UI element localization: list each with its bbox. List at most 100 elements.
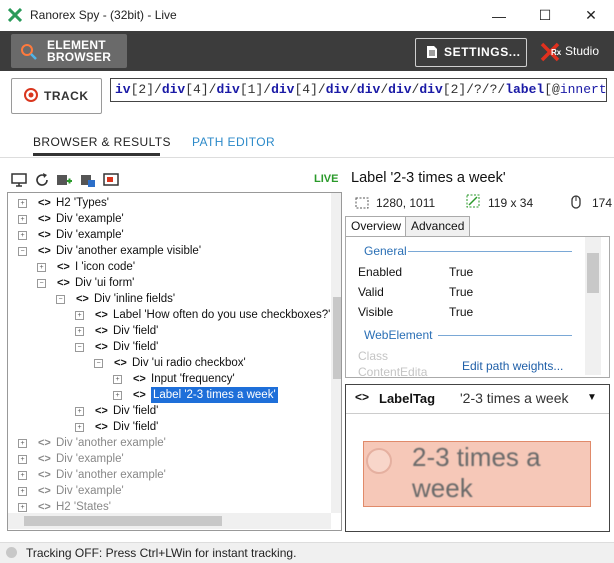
collapse-icon[interactable]: − bbox=[18, 247, 27, 256]
preview-value[interactable]: '2-3 times a week bbox=[460, 390, 569, 406]
tree-horizontal-scroll-thumb[interactable] bbox=[24, 516, 222, 526]
section-divider bbox=[438, 335, 572, 336]
expand-icon[interactable]: + bbox=[37, 263, 46, 272]
tree-node[interactable]: + <> Div 'another example' bbox=[8, 467, 330, 483]
rxpath-segment: div bbox=[419, 82, 443, 97]
mouse-icon bbox=[571, 195, 581, 209]
property-value[interactable]: True bbox=[449, 305, 473, 319]
expand-icon[interactable]: + bbox=[75, 407, 84, 416]
tab-path-editor[interactable]: PATH EDITOR bbox=[192, 135, 275, 149]
tabs-divider bbox=[0, 157, 614, 158]
expand-icon[interactable]: + bbox=[18, 439, 27, 448]
ranorex-studio-icon: Rx bbox=[540, 42, 562, 62]
tree-vertical-scroll-thumb[interactable] bbox=[333, 297, 341, 379]
svg-text:Rx: Rx bbox=[551, 48, 562, 57]
expand-icon[interactable]: + bbox=[113, 391, 122, 400]
screenshot-icon[interactable] bbox=[103, 172, 119, 188]
chevron-down-icon[interactable]: ▼ bbox=[587, 392, 597, 403]
tree-node-label: Div 'field' bbox=[113, 325, 159, 337]
active-tab-indicator bbox=[33, 153, 160, 156]
property-name: Visible bbox=[358, 305, 394, 319]
tab-browser-results[interactable]: BROWSER & RESULTS bbox=[33, 135, 171, 149]
expand-icon[interactable]: + bbox=[113, 375, 122, 384]
expand-icon[interactable]: + bbox=[75, 423, 84, 432]
expand-icon[interactable]: + bbox=[18, 487, 27, 496]
position-icon bbox=[355, 197, 369, 209]
expand-icon[interactable]: + bbox=[18, 199, 27, 208]
expand-icon[interactable]: + bbox=[75, 311, 84, 320]
code-tag-icon: <> bbox=[114, 357, 127, 369]
code-tag-icon: <> bbox=[95, 341, 108, 353]
rxpath-segment: div bbox=[216, 82, 240, 97]
collapse-icon[interactable]: − bbox=[56, 295, 65, 304]
expand-icon[interactable]: + bbox=[18, 503, 27, 512]
tree-node[interactable]: − <> Div 'ui radio checkbox' bbox=[8, 355, 330, 371]
property-value[interactable]: True bbox=[449, 265, 473, 279]
expand-icon[interactable]: + bbox=[18, 231, 27, 240]
track-label: TRACK bbox=[44, 89, 89, 103]
tree-node[interactable]: + <> Div 'field' bbox=[8, 403, 330, 419]
code-tag-icon: <> bbox=[133, 373, 146, 385]
tree-node-label: Div 'inline fields' bbox=[94, 293, 176, 305]
tab-advanced[interactable]: Advanced bbox=[405, 216, 471, 236]
tree-node[interactable]: + <> H2 'Types' bbox=[8, 195, 330, 211]
property-class-name: Class bbox=[358, 349, 389, 363]
tree-node-label: Div 'example' bbox=[56, 453, 124, 465]
expand-icon[interactable]: + bbox=[18, 471, 27, 480]
tree-node[interactable]: + <> Div 'another example' bbox=[8, 435, 330, 451]
tree-node[interactable]: + <> Div 'example' bbox=[8, 211, 330, 227]
property-name: Valid bbox=[358, 285, 384, 299]
maximize-button[interactable]: ☐ bbox=[522, 0, 568, 31]
code-tag-icon: <> bbox=[95, 325, 108, 337]
preview-tag-name: LabelTag bbox=[379, 391, 436, 406]
element-browser-button[interactable]: ELEMENT BROWSER bbox=[11, 34, 127, 68]
tree-node[interactable]: + <> Label 'How often do you use checkboxe… bbox=[8, 307, 330, 323]
tree-node[interactable]: + <> Label '2-3 times a week' bbox=[8, 387, 330, 403]
rxpath-segment: div bbox=[161, 82, 186, 97]
code-tag-icon: <> bbox=[38, 213, 51, 225]
tree-node[interactable]: + <> Div 'example' bbox=[8, 483, 330, 499]
tree-node[interactable]: + <> Div 'field' bbox=[8, 323, 330, 339]
property-value[interactable]: True bbox=[449, 285, 473, 299]
tab-overview[interactable]: Overview bbox=[345, 216, 408, 236]
selected-element-title: Label '2-3 times a week' bbox=[351, 170, 506, 186]
element-tree[interactable]: + <> H2 'Types' + <> Div 'example' + <> Div 'exa… bbox=[7, 192, 342, 531]
settings-button[interactable]: SETTINGS... bbox=[415, 38, 527, 67]
collapse-icon[interactable]: − bbox=[37, 279, 46, 288]
minimize-button[interactable]: — bbox=[476, 0, 522, 31]
collapse-icon[interactable]: − bbox=[75, 343, 84, 352]
rxpath-input[interactable]: iv[2]/div[4]/div[1]/div[4]/div/div/div/d… bbox=[110, 78, 607, 102]
tree-node[interactable]: + <> Input 'frequency' bbox=[8, 371, 330, 387]
section-webelement[interactable]: WebElement bbox=[364, 328, 432, 342]
tree-node[interactable]: − <> Div 'ui form' bbox=[8, 275, 330, 291]
monitor-icon[interactable] bbox=[11, 172, 27, 188]
property-scroll-thumb[interactable] bbox=[587, 253, 599, 293]
collapse-icon[interactable]: − bbox=[94, 359, 103, 368]
expand-icon[interactable]: + bbox=[18, 215, 27, 224]
section-divider bbox=[408, 251, 572, 252]
track-button[interactable]: TRACK bbox=[11, 78, 102, 114]
tree-node[interactable]: − <> Div 'another example visible' bbox=[8, 243, 330, 259]
tree-node[interactable]: + <> Div 'example' bbox=[8, 451, 330, 467]
refresh-icon[interactable] bbox=[34, 172, 50, 188]
screenshot-text: 2-3 times a week bbox=[412, 442, 541, 503]
mouse-coordinate: 174 bbox=[592, 196, 613, 210]
tree-node[interactable]: + <> I 'icon code' bbox=[8, 259, 330, 275]
ranorex-studio-button[interactable]: Rx Studio bbox=[540, 40, 610, 64]
tree-node[interactable]: + <> Div 'example' bbox=[8, 227, 330, 243]
section-general[interactable]: General bbox=[364, 244, 407, 258]
rxpath-segment: div bbox=[356, 82, 381, 97]
element-size: 119 x 34 bbox=[488, 196, 534, 210]
tree-node[interactable]: − <> Div 'inline fields' bbox=[8, 291, 330, 307]
add-to-repository-icon[interactable] bbox=[56, 172, 72, 188]
element-position: 1280, 1011 bbox=[376, 196, 436, 210]
repository-icon[interactable] bbox=[80, 172, 96, 188]
tree-node[interactable]: − <> Div 'field' bbox=[8, 339, 330, 355]
edit-path-weights-link[interactable]: Edit path weights... bbox=[462, 359, 564, 373]
title-bar: Ranorex Spy - (32bit) - Live — ☐ ✕ bbox=[0, 0, 614, 31]
expand-icon[interactable]: + bbox=[18, 455, 27, 464]
close-button[interactable]: ✕ bbox=[568, 0, 614, 31]
live-indicator: LIVE bbox=[314, 173, 339, 185]
tree-node[interactable]: + <> Div 'field' bbox=[8, 419, 330, 435]
expand-icon[interactable]: + bbox=[75, 327, 84, 336]
